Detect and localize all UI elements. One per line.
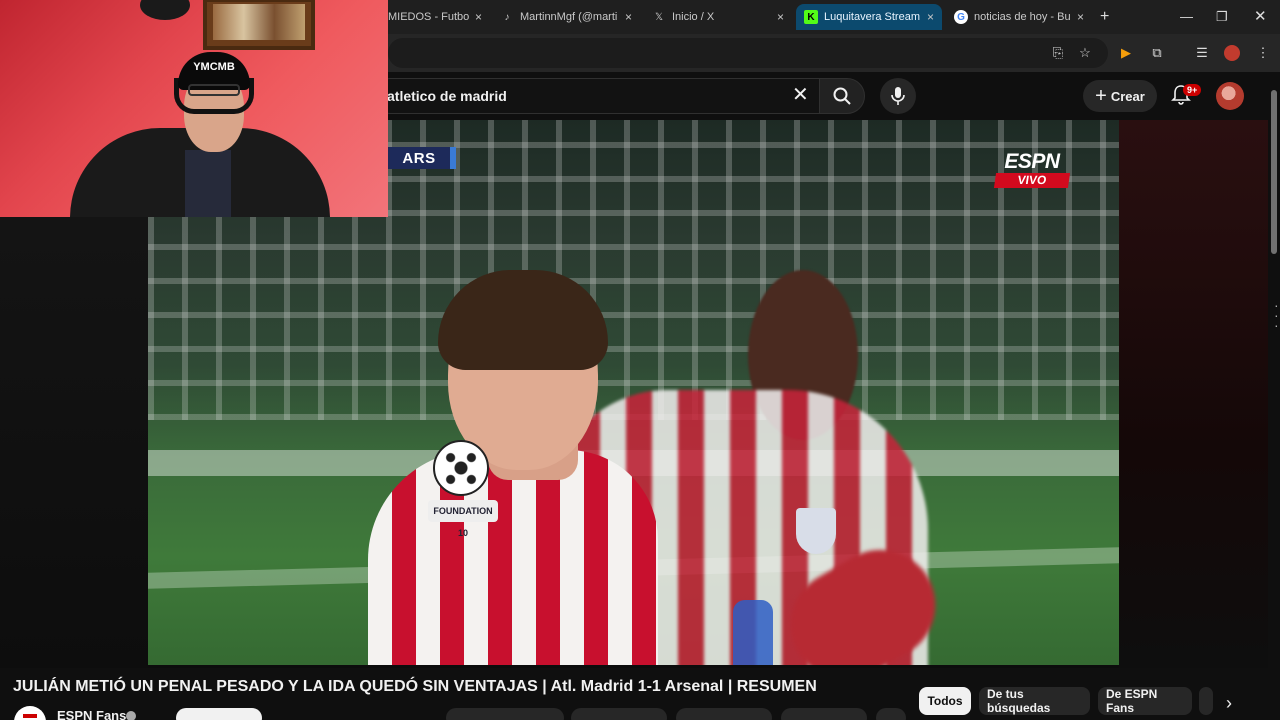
browser-menu-icon[interactable]: ⋮ (1254, 44, 1272, 62)
window-close-icon[interactable]: ✕ (1254, 7, 1267, 25)
plus-icon: + (1095, 84, 1107, 107)
channel-name[interactable]: ESPN Fans (57, 708, 126, 720)
browser-tab[interactable]: ♪ MartinnMgf (@marti × (492, 4, 640, 30)
glasses (188, 84, 240, 96)
ambient-left (0, 217, 148, 668)
subscribe-button[interactable] (176, 708, 262, 720)
champions-league-badge-icon (433, 440, 489, 496)
search-input[interactable]: atletico de madrid (387, 79, 507, 113)
video-title: JULIÁN METIÓ UN PENAL PESADO Y LA IDA QU… (13, 678, 817, 695)
user-avatar[interactable] (1216, 82, 1244, 110)
restore-icon[interactable]: ❐ (1216, 9, 1228, 25)
tab-title: Luquitavera Stream - (824, 11, 921, 23)
verified-icon (126, 711, 136, 720)
more-options-icon[interactable]: · · · (1274, 298, 1279, 332)
tiktok-icon: ♪ (504, 11, 510, 23)
close-tab-icon[interactable]: × (777, 10, 784, 24)
notifications-badge: 9+ (1183, 84, 1202, 96)
save-button[interactable] (781, 708, 867, 720)
bookmark-star-icon[interactable]: ☆ (1076, 44, 1094, 62)
streamer-shirt (185, 150, 231, 217)
share-button[interactable] (571, 708, 667, 720)
close-tab-icon[interactable]: × (1077, 10, 1084, 24)
tab-title: MartinnMgf (@marti (520, 11, 618, 23)
scrollbar-thumb[interactable] (1271, 90, 1277, 254)
voice-search-button[interactable] (880, 78, 916, 114)
microphone-icon (891, 87, 905, 105)
sleeve-patch: FOUNDATION 10 (428, 500, 498, 538)
ambient-right (1119, 120, 1268, 668)
address-bar[interactable] (388, 38, 1108, 68)
wall-picture-frame (203, 0, 315, 50)
tab-title: noticias de hoy - Bus (974, 11, 1071, 23)
extension-play-icon[interactable]: ▶ (1117, 44, 1135, 62)
club-crest-icon (796, 508, 836, 554)
kick-icon: K (804, 10, 818, 24)
browser-tab[interactable]: G noticias de hoy - Bus × (946, 4, 1092, 30)
foreground-player-shirt (368, 450, 658, 665)
search-box[interactable]: atletico de madrid (372, 78, 819, 114)
create-button[interactable]: + Crear (1083, 80, 1157, 112)
chip-de-espn-fans[interactable]: De ESPN Fans (1098, 687, 1192, 715)
minimize-icon[interactable]: — (1180, 9, 1193, 24)
lamp (140, 0, 190, 20)
chevron-right-icon[interactable]: › (1226, 693, 1232, 714)
browser-tab[interactable]: MIEDOS - Futbol × (380, 4, 490, 30)
scoreboard-team: ARS (388, 147, 456, 169)
browser-tab-active[interactable]: K Luquitavera Stream - × (796, 4, 942, 30)
tab-title: Inicio / X (672, 11, 715, 23)
webcam-overlay: YMCMB (0, 0, 388, 217)
install-app-icon[interactable]: ⎘ (1049, 44, 1067, 62)
extensions-icon[interactable]: ⧉ (1148, 44, 1166, 62)
chip-more[interactable] (1199, 687, 1213, 715)
tab-title: MIEDOS - Futbol (388, 11, 469, 23)
more-actions-button[interactable] (876, 708, 906, 720)
clear-search-icon[interactable]: ✕ (792, 85, 809, 105)
google-icon: G (954, 10, 968, 24)
chip-de-tus-busquedas[interactable]: De tus búsquedas (979, 687, 1090, 715)
search-icon (833, 87, 851, 105)
screen: MIEDOS - Futbol × ♪ MartinnMgf (@marti ×… (0, 0, 1280, 720)
chip-todos[interactable]: Todos (919, 687, 971, 715)
browser-tab[interactable]: 𝕏 Inicio / X × (644, 4, 792, 30)
media-controls-icon[interactable]: ☰ (1193, 44, 1211, 62)
close-tab-icon[interactable]: × (625, 10, 632, 24)
thanks-button[interactable] (676, 708, 772, 720)
espn-logo: ESPN VIVO (993, 150, 1071, 188)
like-button[interactable] (446, 708, 564, 720)
live-label: VIVO (993, 173, 1071, 188)
new-tab-button[interactable]: + (1100, 8, 1109, 26)
broadcaster-name: ESPN (1004, 150, 1060, 173)
close-tab-icon[interactable]: × (475, 10, 482, 24)
shirt-sponsor (733, 600, 773, 665)
profile-icon[interactable] (1223, 44, 1241, 62)
search-button[interactable] (819, 78, 865, 114)
create-label: Crear (1110, 88, 1145, 104)
x-icon: 𝕏 (654, 11, 664, 23)
close-tab-icon[interactable]: × (927, 10, 934, 24)
